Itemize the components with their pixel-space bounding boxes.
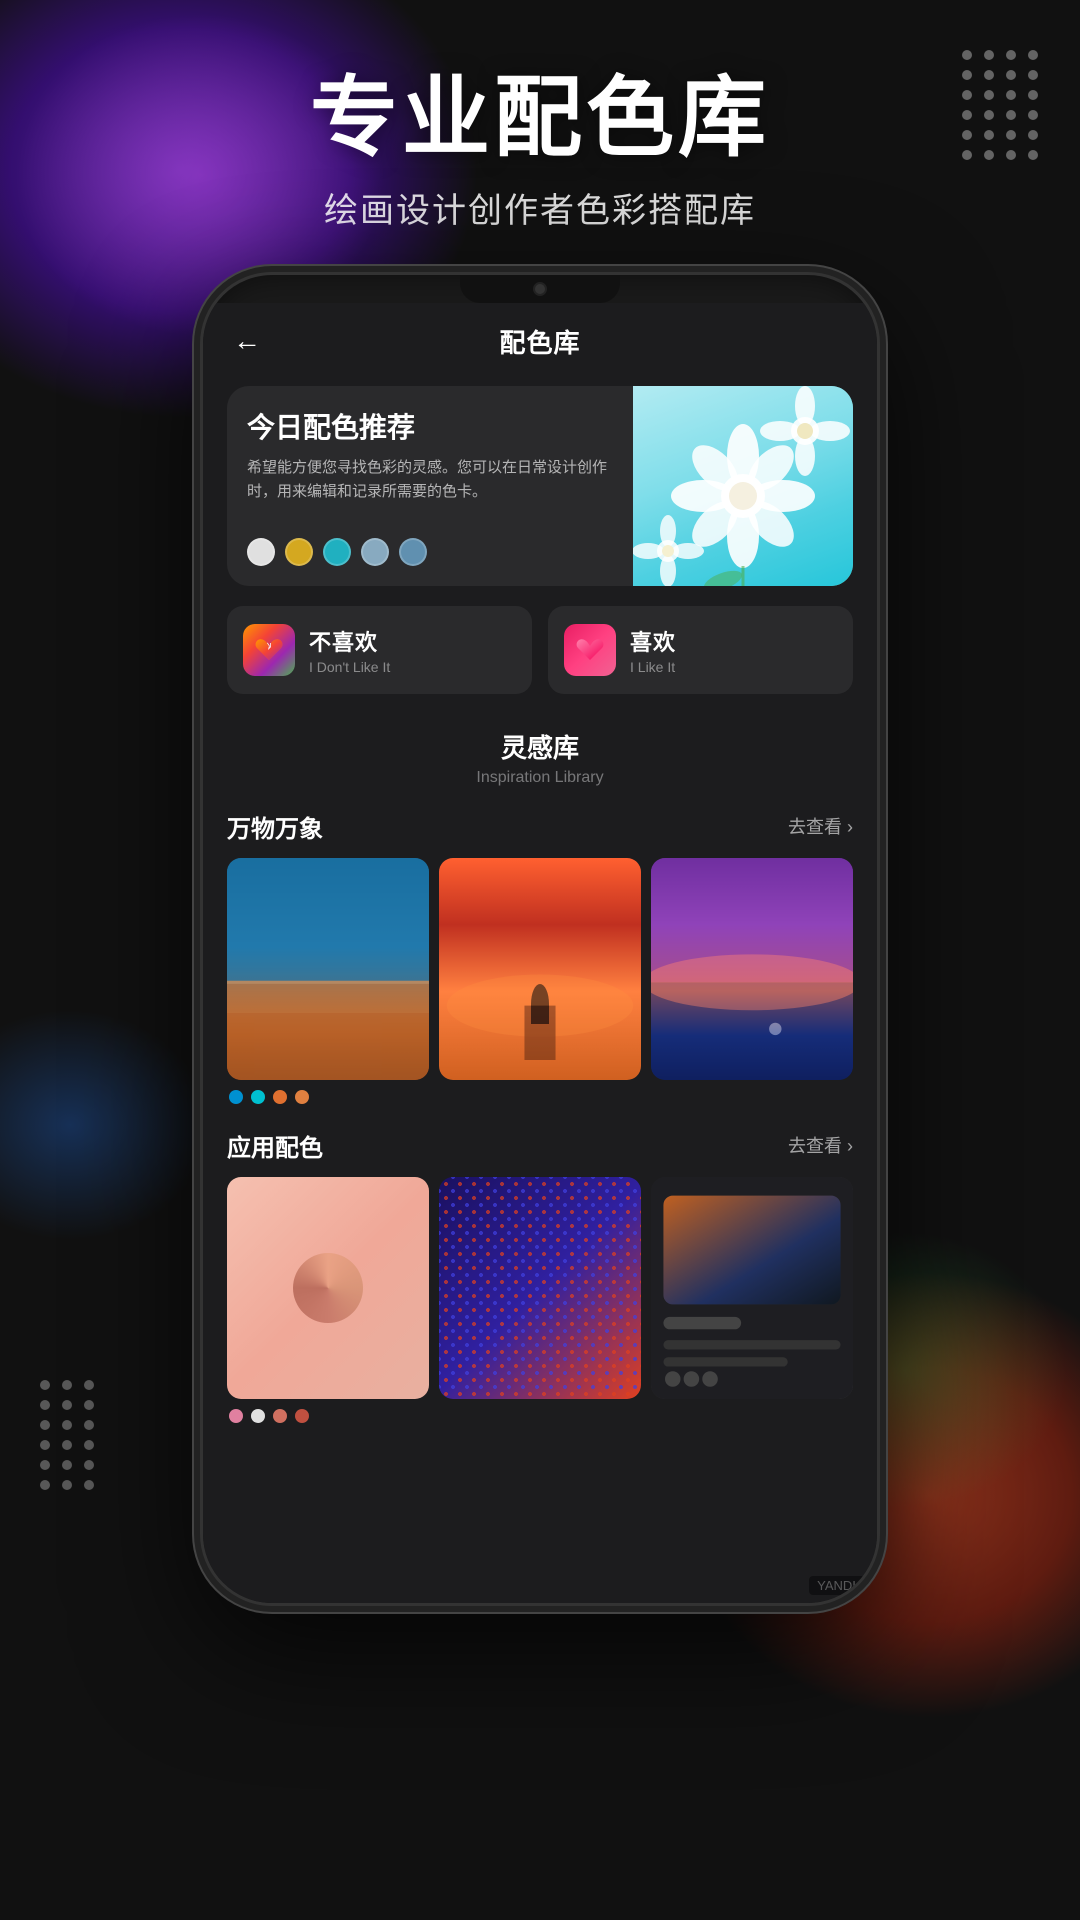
- color-dot-5[interactable]: [399, 538, 427, 566]
- app-color-image-2[interactable]: [439, 1177, 641, 1399]
- app-color-image-1[interactable]: [227, 1177, 429, 1399]
- color-dot-1[interactable]: [247, 538, 275, 566]
- wanwu-image-grid: [227, 858, 853, 1080]
- landscape-image-1[interactable]: [227, 858, 429, 1080]
- app-color-section: 应用配色 去查看 ›: [227, 1128, 853, 1423]
- daily-card-left: 今日配色推荐 希望能方便您寻找色彩的灵感。您可以在日常设计创作时，用来编辑和记录…: [227, 386, 633, 586]
- dislike-text: 不喜欢 I Don't Like It: [309, 625, 390, 675]
- landscape-svg-3: [651, 858, 853, 1080]
- wanwu-header: 万物万象 去查看 ›: [227, 809, 853, 844]
- app-color-image-grid: [227, 1177, 853, 1399]
- wanwu-dot-3[interactable]: [273, 1090, 287, 1104]
- pattern-decoration: [439, 1177, 641, 1399]
- app-dot-3[interactable]: [273, 1409, 287, 1423]
- daily-card-color-dots: [247, 538, 613, 566]
- phone-screen: ← 配色库 今日配色推荐 希望能方便您寻找色彩的灵感。您可以在日常设计创作时，用…: [203, 303, 877, 1603]
- dot-pattern-top-right: [962, 50, 1040, 160]
- color-dot-2[interactable]: [285, 538, 313, 566]
- back-button[interactable]: ←: [233, 325, 261, 357]
- wanwu-dot-1[interactable]: [229, 1090, 243, 1104]
- fan-shape: [293, 1253, 363, 1323]
- app-color-link[interactable]: 去查看 ›: [788, 1132, 853, 1158]
- like-text: 喜欢 I Like It: [630, 625, 676, 675]
- wanwu-color-dots: [227, 1090, 853, 1104]
- color-dot-4[interactable]: [361, 538, 389, 566]
- phone-notch: [460, 275, 620, 303]
- wanwu-title: 万物万象: [227, 809, 323, 844]
- hero-title: 专业配色库: [0, 70, 1080, 167]
- pattern-dots: [439, 1177, 641, 1399]
- inspiration-section-heading: 灵感库 Inspiration Library: [203, 718, 877, 791]
- fan-decoration: [227, 1177, 429, 1399]
- app-color-title: 应用配色: [227, 1128, 323, 1163]
- action-row: 不喜欢 I Don't Like It: [227, 606, 853, 694]
- like-button[interactable]: 喜欢 I Like It: [548, 606, 853, 694]
- daily-card-image: [633, 386, 853, 586]
- color-dot-3[interactable]: [323, 538, 351, 566]
- wanwu-dot-4[interactable]: [295, 1090, 309, 1104]
- dot-pattern-bottom-left: [40, 1380, 96, 1490]
- phone-wrap: ← 配色库 今日配色推荐 希望能方便您寻找色彩的灵感。您可以在日常设计创作时，用…: [0, 272, 1080, 1666]
- wanwu-section: 万物万象 去查看 ›: [227, 809, 853, 1104]
- hero-header: 专业配色库 绘画设计创作者色彩搭配库: [0, 0, 1080, 272]
- app-dot-1[interactable]: [229, 1409, 243, 1423]
- app-mockup-svg: [651, 1177, 853, 1399]
- landscape-image-3[interactable]: [651, 858, 853, 1080]
- daily-card-title: 今日配色推荐: [247, 410, 613, 446]
- app-dot-4[interactable]: [295, 1409, 309, 1423]
- landscape-svg-1: [227, 858, 429, 1080]
- inspiration-title-en: Inspiration Library: [203, 769, 877, 787]
- landscape-image-2[interactable]: [439, 858, 641, 1080]
- page-content: 专业配色库 绘画设计创作者色彩搭配库 ← 配色库: [0, 0, 1080, 1920]
- hero-subtitle: 绘画设计创作者色彩搭配库: [0, 183, 1080, 232]
- app-color-header: 应用配色 去查看 ›: [227, 1128, 853, 1163]
- wanwu-dot-2[interactable]: [251, 1090, 265, 1104]
- like-icon: [564, 624, 616, 676]
- app-topbar: ← 配色库: [203, 303, 877, 376]
- front-camera: [533, 282, 547, 296]
- broken-heart-icon: [254, 636, 284, 664]
- dislike-main-text: 不喜欢: [309, 625, 390, 657]
- app-dot-2[interactable]: [251, 1409, 265, 1423]
- wanwu-link[interactable]: 去查看 ›: [788, 813, 853, 839]
- daily-recommendation-card: 今日配色推荐 希望能方便您寻找色彩的灵感。您可以在日常设计创作时，用来编辑和记录…: [227, 386, 853, 586]
- dislike-button[interactable]: 不喜欢 I Don't Like It: [227, 606, 532, 694]
- phone-frame: ← 配色库 今日配色推荐 希望能方便您寻找色彩的灵感。您可以在日常设计创作时，用…: [200, 272, 880, 1606]
- inspiration-title-cn: 灵感库: [203, 728, 877, 765]
- app-topbar-title: 配色库: [499, 323, 580, 360]
- watermark: YANDK: [809, 1576, 869, 1595]
- app-color-image-3[interactable]: [651, 1177, 853, 1399]
- app-color-dots: [227, 1409, 853, 1423]
- flower-svg: [633, 386, 853, 586]
- like-sub-text: I Like It: [630, 659, 676, 675]
- landscape-svg-2: [439, 858, 641, 1080]
- heart-icon: [575, 636, 605, 664]
- dislike-sub-text: I Don't Like It: [309, 659, 390, 675]
- flower-scene: [633, 386, 853, 586]
- dislike-icon: [243, 624, 295, 676]
- daily-card-description: 希望能方便您寻找色彩的灵感。您可以在日常设计创作时，用来编辑和记录所需要的色卡。: [247, 456, 613, 524]
- like-main-text: 喜欢: [630, 625, 676, 657]
